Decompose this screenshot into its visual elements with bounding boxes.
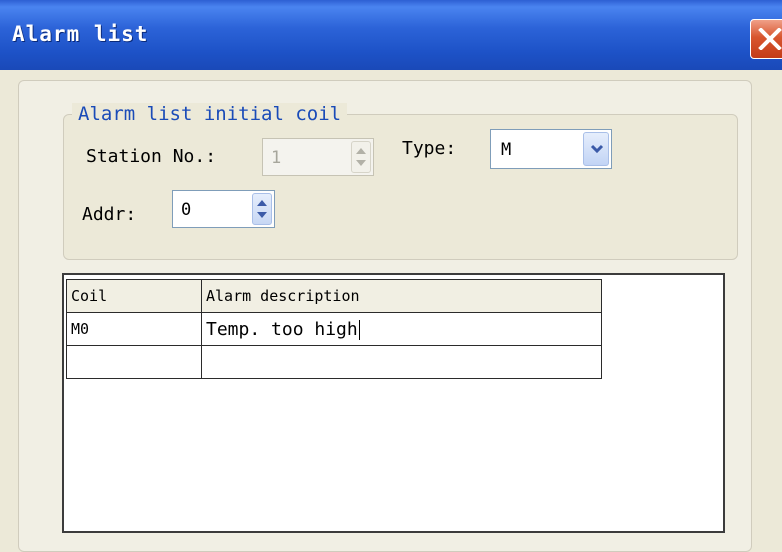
header-alarm-description[interactable]: Alarm description [201,279,602,313]
station-no-label: Station No.: [86,146,217,167]
close-button[interactable] [750,19,782,59]
alarm-table[interactable]: Coil Alarm description M0 Temp. too high [66,279,602,379]
addr-label: Addr: [82,204,137,225]
table-row[interactable] [66,345,602,379]
table-header-row: Coil Alarm description [66,279,602,313]
spin-down-icon[interactable] [257,212,267,218]
header-coil[interactable]: Coil [66,279,202,313]
type-value: M [501,140,512,160]
window-title: Alarm list [12,22,149,46]
spin-down-icon [356,160,366,166]
spin-up-icon [356,148,366,154]
addr-spinner[interactable]: 0 [172,190,275,228]
initial-coil-group [63,114,738,260]
spin-up-icon[interactable] [257,200,267,206]
title-bar[interactable]: Alarm list [0,0,782,70]
type-dropdown-button[interactable] [583,132,609,166]
description-cell[interactable] [201,345,602,379]
station-no-spinner: 1 [262,138,374,176]
spinner-arrows-icon[interactable] [252,193,272,225]
station-no-value: 1 [271,148,282,168]
table-row[interactable]: M0 Temp. too high [66,312,602,346]
text-caret [358,319,360,340]
group-legend: Alarm list initial coil [72,103,348,125]
addr-value: 0 [181,200,192,220]
coil-cell[interactable] [66,345,202,379]
type-select[interactable]: M [490,129,612,169]
spinner-arrows-icon [351,141,371,173]
description-text: Temp. too high [206,318,358,340]
close-icon [758,28,782,50]
type-label: Type: [402,138,457,159]
chevron-down-icon [590,144,604,154]
coil-cell[interactable]: M0 [66,312,202,346]
description-cell[interactable]: Temp. too high [201,312,602,346]
